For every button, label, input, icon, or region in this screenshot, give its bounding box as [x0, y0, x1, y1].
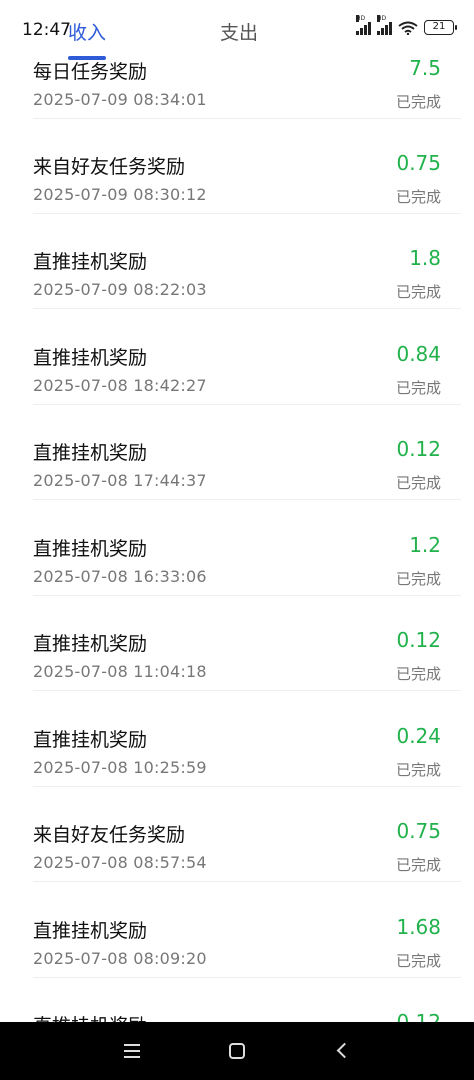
back-icon[interactable] [327, 1036, 357, 1066]
record-date: 2025-07-08 08:57:54 [33, 853, 207, 872]
record-title: 直推挂机奖励 [33, 347, 148, 369]
list-item[interactable]: 直推挂机奖励 2025-07-08 08:09:20 1.68 已完成 [33, 883, 461, 978]
record-title: 来自好友任务奖励 [33, 824, 186, 846]
record-title: 直推挂机奖励 [33, 538, 148, 560]
record-amount: 0.12 [396, 628, 441, 652]
list-item[interactable]: 来自好友任务奖励 2025-07-09 08:30:12 0.75 已完成 [33, 119, 461, 214]
list-item[interactable]: 来自好友任务奖励 2025-07-08 08:57:54 0.75 已完成 [33, 787, 461, 882]
record-date: 2025-07-08 17:44:37 [33, 471, 207, 490]
status-bar: 12:47 收入 支出 HD HD 21 [0, 0, 474, 60]
list-item[interactable]: 直推挂机奖励 2025-07-08 18:42:27 0.84 已完成 [33, 310, 461, 405]
record-amount: 1.2 [409, 533, 441, 557]
record-date: 2025-07-08 10:25:59 [33, 758, 207, 777]
record-title: 直推挂机奖励 [33, 633, 148, 655]
record-title: 每日任务奖励 [33, 61, 148, 83]
record-date: 2025-07-08 16:33:06 [33, 567, 207, 586]
record-status: 已完成 [395, 570, 441, 588]
record-status: 已完成 [395, 952, 441, 970]
record-date: 2025-07-08 08:09:20 [33, 949, 207, 968]
list-item[interactable]: 直推挂机奖励 2025-07-08 10:25:59 0.24 已完成 [33, 692, 461, 787]
wifi-icon [398, 21, 418, 35]
record-status: 已完成 [395, 93, 441, 111]
income-record-list: 每日任务奖励 2025-07-09 08:34:01 7.5 已完成 来自好友任… [0, 0, 474, 1022]
clock: 12:47 [22, 20, 71, 40]
cell-signal-icon: HD [356, 14, 371, 35]
record-amount: 0.24 [396, 724, 441, 748]
record-amount: 0.84 [396, 342, 441, 366]
record-title: 直推挂机奖励 [33, 920, 148, 942]
record-date: 2025-07-09 08:22:03 [33, 280, 207, 299]
record-date: 2025-07-09 08:30:12 [33, 185, 207, 204]
menu-icon[interactable] [117, 1036, 147, 1066]
list-item[interactable]: 直推挂机奖励 2025-07-09 08:22:03 1.8 已完成 [33, 214, 461, 309]
hd-label: HD [356, 14, 366, 22]
tab-expense[interactable]: 支出 [220, 18, 258, 45]
home-icon[interactable] [222, 1036, 252, 1066]
record-status: 已完成 [395, 474, 441, 492]
battery-icon: 21 [424, 20, 457, 35]
record-amount: 1.8 [409, 246, 441, 270]
record-title: 直推挂机奖励 [33, 442, 148, 464]
record-title: 直推挂机奖励 [33, 729, 148, 751]
record-title: 直推挂机奖励 [33, 251, 148, 273]
record-status: 已完成 [395, 188, 441, 206]
record-date: 2025-07-09 08:34:01 [33, 90, 207, 109]
battery-level: 21 [432, 21, 446, 32]
record-amount: 1.68 [396, 915, 441, 939]
record-amount: 0.75 [396, 819, 441, 843]
record-amount: 0.12 [396, 437, 441, 461]
hd-label: HD [377, 14, 387, 22]
list-item[interactable]: 直推挂机奖励 2025-07-08 17:44:37 0.12 已完成 [33, 405, 461, 500]
list-item[interactable]: 直推挂机奖励 0.12 [33, 978, 461, 1022]
record-amount: 0.12 [396, 1010, 441, 1022]
record-title: 直推挂机奖励 [33, 1011, 147, 1022]
list-item[interactable]: 直推挂机奖励 2025-07-08 11:04:18 0.12 已完成 [33, 596, 461, 691]
active-tab-indicator [68, 56, 106, 60]
record-status: 已完成 [395, 665, 441, 683]
list-item[interactable]: 直推挂机奖励 2025-07-08 16:33:06 1.2 已完成 [33, 501, 461, 596]
record-date: 2025-07-08 18:42:27 [33, 376, 207, 395]
status-icons: HD HD 21 [356, 14, 457, 35]
tab-income[interactable]: 收入 [68, 18, 106, 45]
record-title: 来自好友任务奖励 [33, 156, 186, 178]
record-status: 已完成 [395, 761, 441, 779]
cell-signal-icon: HD [377, 14, 392, 35]
system-nav-bar [0, 1022, 474, 1080]
record-status: 已完成 [395, 379, 441, 397]
record-status: 已完成 [395, 856, 441, 874]
record-status: 已完成 [395, 283, 441, 301]
record-date: 2025-07-08 11:04:18 [33, 662, 207, 681]
record-amount: 0.75 [396, 151, 441, 175]
